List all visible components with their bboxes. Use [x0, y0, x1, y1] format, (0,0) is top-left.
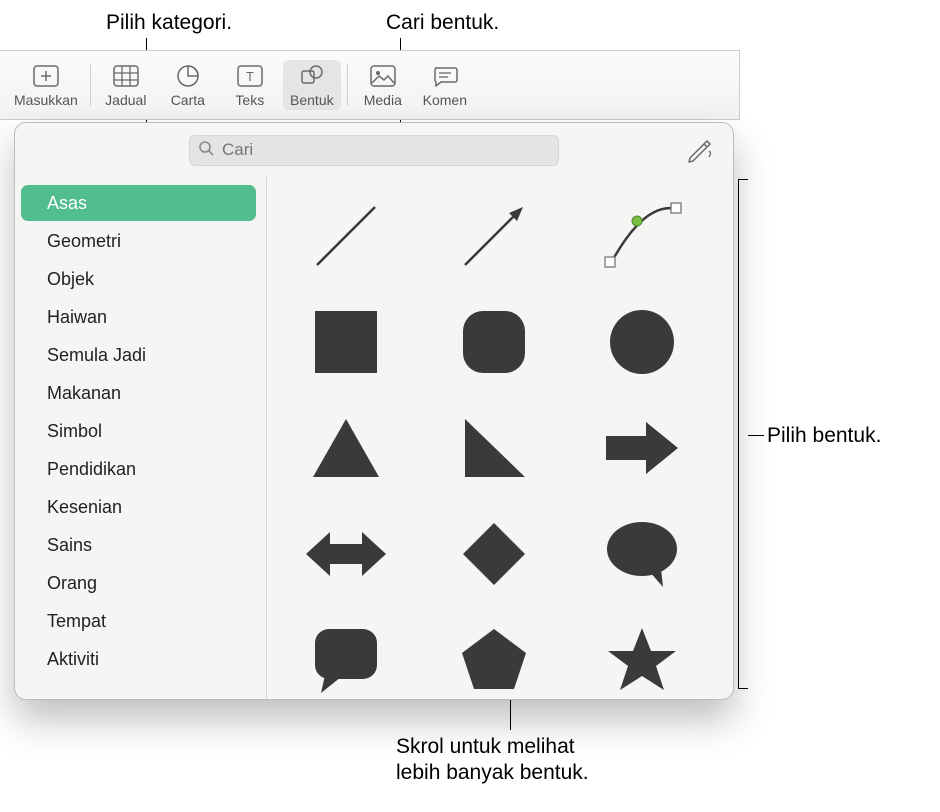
toolbar-comment-label: Komen — [423, 92, 467, 108]
shape-line[interactable] — [301, 195, 391, 277]
search-input[interactable] — [220, 139, 550, 161]
shape-arrow-right[interactable] — [597, 407, 687, 489]
category-item[interactable]: Simbol — [21, 413, 256, 449]
svg-text:T: T — [246, 69, 254, 84]
draw-shape-button[interactable] — [685, 137, 715, 163]
toolbar-chart-label: Carta — [171, 92, 205, 108]
popover-header — [15, 123, 733, 177]
chart-icon — [174, 64, 202, 88]
callout-scroll-line2: lebih banyak bentuk. — [396, 760, 589, 786]
category-item[interactable]: Orang — [21, 565, 256, 601]
callout-pick-h2 — [738, 688, 748, 689]
toolbar-media-label: Media — [364, 92, 402, 108]
table-icon — [112, 64, 140, 88]
category-sidebar: AsasGeometriObjekHaiwanSemula JadiMakana… — [15, 177, 267, 699]
toolbar-shape-label: Bentuk — [290, 92, 334, 108]
category-item[interactable]: Sains — [21, 527, 256, 563]
category-item[interactable]: Geometri — [21, 223, 256, 259]
shape-double-arrow[interactable] — [301, 513, 391, 595]
category-item[interactable]: Kesenian — [21, 489, 256, 525]
shape-diamond[interactable] — [449, 513, 539, 595]
toolbar-divider-2 — [347, 64, 348, 106]
shape-star[interactable] — [597, 619, 687, 699]
toolbar-text-label: Teks — [235, 92, 264, 108]
category-item[interactable]: Tempat — [21, 603, 256, 639]
shape-grid[interactable] — [267, 177, 733, 699]
toolbar-divider — [90, 64, 91, 106]
shape-right-triangle[interactable] — [449, 407, 539, 489]
callout-pick-h1 — [738, 179, 748, 180]
comment-icon — [431, 64, 459, 88]
callout-pick-h-mid — [748, 435, 764, 436]
plus-icon — [32, 64, 60, 88]
category-item[interactable]: Semula Jadi — [21, 337, 256, 373]
shape-icon — [298, 64, 326, 88]
shape-circle[interactable] — [597, 301, 687, 383]
toolbar-shape-button[interactable]: Bentuk — [283, 60, 341, 110]
popover-body: AsasGeometriObjekHaiwanSemula JadiMakana… — [15, 177, 733, 699]
toolbar: Masukkan Jadual Carta T Teks Bentuk Medi… — [0, 50, 740, 120]
category-item[interactable]: Objek — [21, 261, 256, 297]
toolbar-media-button[interactable]: Media — [354, 60, 412, 110]
toolbar-text-button[interactable]: T Teks — [221, 60, 279, 110]
category-item[interactable]: Asas — [21, 185, 256, 221]
callout-category-label: Pilih kategori. — [106, 10, 232, 36]
category-item[interactable]: Pendidikan — [21, 451, 256, 487]
shape-speech-bubble-square[interactable] — [301, 619, 391, 699]
callout-pick-label: Pilih bentuk. — [767, 423, 881, 449]
shape-speech-bubble-oval[interactable] — [597, 513, 687, 595]
shape-pentagon[interactable] — [449, 619, 539, 699]
category-item[interactable]: Makanan — [21, 375, 256, 411]
toolbar-table-button[interactable]: Jadual — [97, 60, 155, 110]
media-icon — [369, 64, 397, 88]
callout-pick-leader-v — [738, 179, 739, 689]
callout-search-label: Cari bentuk. — [386, 10, 499, 36]
shape-square[interactable] — [301, 301, 391, 383]
shape-curve-tool[interactable] — [597, 195, 687, 277]
text-icon: T — [236, 64, 264, 88]
shape-triangle[interactable] — [301, 407, 391, 489]
category-item[interactable]: Aktiviti — [21, 641, 256, 677]
search-field[interactable] — [189, 135, 559, 166]
toolbar-comment-button[interactable]: Komen — [416, 60, 474, 110]
toolbar-table-label: Jadual — [105, 92, 146, 108]
toolbar-insert-label: Masukkan — [14, 92, 78, 108]
callout-scroll-line1: Skrol untuk melihat — [396, 734, 575, 760]
toolbar-insert-button[interactable]: Masukkan — [8, 60, 84, 110]
category-item[interactable]: Haiwan — [21, 299, 256, 335]
shape-rounded-square[interactable] — [449, 301, 539, 383]
shapes-popover: AsasGeometriObjekHaiwanSemula JadiMakana… — [14, 122, 734, 700]
search-icon — [198, 140, 214, 161]
shape-arrow-line[interactable] — [449, 195, 539, 277]
toolbar-chart-button[interactable]: Carta — [159, 60, 217, 110]
